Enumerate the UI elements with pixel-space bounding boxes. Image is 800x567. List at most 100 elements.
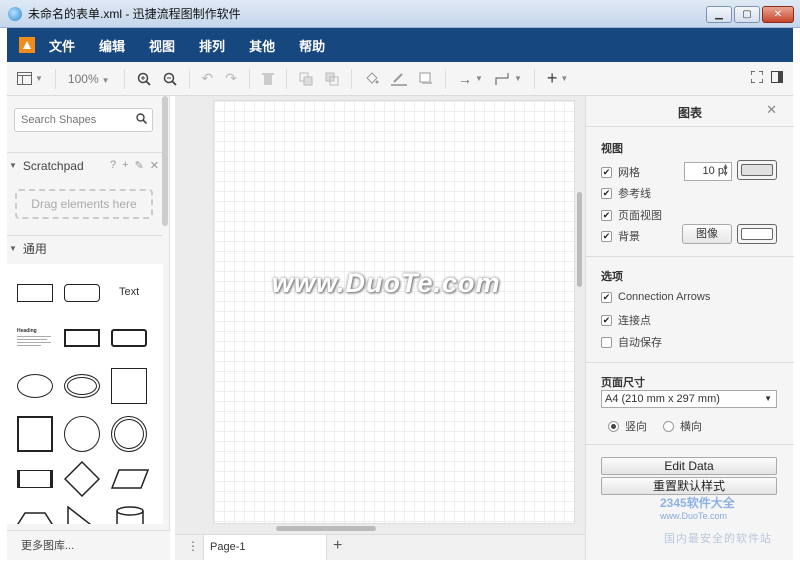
paper-size-value: A4 (210 mm x 297 mm)	[605, 393, 720, 405]
menubar: 文件 编辑 视图 排列 其他 帮助	[7, 28, 793, 62]
background-option[interactable]: ✔ 背景	[601, 228, 640, 244]
toolbar-divider	[533, 68, 535, 89]
to-back-icon[interactable]	[325, 72, 339, 86]
ellipse-shape[interactable]	[17, 374, 53, 398]
page-menu-icon[interactable]: ⋮	[187, 539, 199, 553]
circle-shape[interactable]	[64, 416, 100, 452]
guides-option[interactable]: ✔ 参考线	[601, 185, 651, 201]
zoom-out-icon[interactable]	[163, 72, 177, 86]
connection-arrow-icon[interactable]: → ▼	[458, 71, 483, 87]
page-layout-icon[interactable]: ▼	[17, 72, 43, 85]
close-icon[interactable]: ✕	[150, 159, 159, 172]
close-icon[interactable]: ✕	[766, 102, 777, 118]
add-page-icon[interactable]: +	[333, 537, 342, 555]
general-shapes-header[interactable]: ▼ 通用	[7, 235, 163, 261]
chevron-down-icon: ▼	[513, 74, 522, 83]
zoom-dropdown[interactable]: 100% ▼	[68, 72, 110, 86]
search-icon[interactable]	[136, 113, 148, 127]
connection-arrows-checkbox[interactable]: ✔	[601, 291, 612, 303]
grid-checkbox[interactable]: ✔	[601, 166, 612, 178]
double-circle-shape[interactable]	[111, 416, 147, 452]
maximize-button[interactable]: ▢	[734, 6, 760, 23]
search-input[interactable]	[21, 114, 131, 126]
fullscreen-icon[interactable]	[750, 70, 764, 86]
zoom-in-icon[interactable]	[137, 72, 151, 86]
portrait-label: 竖向	[625, 421, 647, 433]
guides-checkbox[interactable]: ✔	[601, 187, 612, 199]
page-view-option[interactable]: ✔ 页面视图	[601, 207, 662, 223]
paper-size-select[interactable]: A4 (210 mm x 297 mm) ▼	[601, 390, 777, 408]
shadow-icon[interactable]	[419, 72, 433, 85]
insert-plus-icon[interactable]: + ▼	[547, 68, 568, 89]
redo-icon[interactable]: ↷	[225, 70, 237, 87]
reset-default-style-button[interactable]: 重置默认样式	[601, 477, 777, 495]
edit-icon[interactable]: ✎	[135, 159, 144, 172]
toggle-format-panel-icon[interactable]	[771, 71, 783, 86]
chevron-down-icon: ▼	[35, 74, 43, 83]
connection-arrows-label: Connection Arrows	[618, 291, 711, 303]
background-checkbox[interactable]: ✔	[601, 230, 612, 242]
connection-arrows-option[interactable]: ✔ Connection Arrows	[601, 291, 710, 303]
parallelogram-shape[interactable]	[111, 469, 149, 489]
rounded-process-shape[interactable]	[111, 329, 147, 347]
page-view-label: 页面视图	[618, 210, 662, 222]
to-front-icon[interactable]	[299, 72, 313, 86]
horizontal-scrollbar[interactable]	[276, 526, 376, 531]
scratchpad-header[interactable]: ▼ Scratchpad ? + ✎ ✕	[7, 152, 163, 178]
double-ellipse-shape[interactable]	[64, 374, 100, 398]
more-shapes-button[interactable]: 更多图库...	[7, 530, 170, 560]
grid-option[interactable]: ✔ 网格	[601, 164, 640, 180]
add-icon[interactable]: +	[122, 159, 128, 172]
menu-help[interactable]: 帮助	[299, 36, 325, 55]
portrait-radio[interactable]	[608, 420, 619, 432]
line-color-icon[interactable]	[391, 72, 408, 86]
thick-square-shape[interactable]	[17, 416, 53, 452]
minimize-button[interactable]: ▁	[706, 6, 732, 23]
rounded-rectangle-shape[interactable]	[64, 284, 100, 302]
autosave-label: 自动保存	[618, 337, 662, 349]
grid-size-spinner[interactable]: ▲ ▼	[722, 163, 729, 179]
diagram-canvas[interactable]	[175, 96, 585, 534]
subprocess-shape[interactable]	[17, 470, 53, 488]
toolbar-divider	[249, 68, 251, 89]
process-shape[interactable]	[64, 329, 100, 347]
background-color-button[interactable]	[737, 224, 777, 244]
diagram-page[interactable]	[213, 100, 575, 524]
brand-watermark-slogan: 国内最安全的软件站	[664, 533, 772, 545]
search-shapes-box[interactable]	[14, 108, 153, 132]
menu-extras[interactable]: 其他	[249, 36, 275, 55]
square-shape[interactable]	[111, 368, 147, 404]
undo-icon[interactable]: ↶	[202, 70, 214, 87]
rectangle-shape[interactable]	[17, 284, 53, 302]
scratchpad-drop-zone[interactable]: Drag elements here	[15, 189, 153, 219]
brand-watermark: 2345软件大全 www.DuoTe.com	[660, 494, 735, 521]
menu-view[interactable]: 视图	[149, 36, 175, 55]
menu-edit[interactable]: 编辑	[99, 36, 125, 55]
heading-text-shape[interactable]: Heading	[17, 328, 53, 348]
connection-points-checkbox[interactable]: ✔	[601, 314, 612, 326]
vertical-scrollbar[interactable]	[577, 192, 582, 287]
diamond-shape[interactable]	[64, 461, 100, 497]
waypoint-icon[interactable]: ▼	[495, 72, 522, 86]
landscape-radio[interactable]	[663, 420, 674, 432]
triangle-shape[interactable]	[67, 506, 97, 524]
help-icon[interactable]: ?	[110, 159, 116, 172]
format-panel-title: 图表	[677, 106, 702, 120]
tab-page-1[interactable]: Page-1	[203, 535, 327, 560]
hexagon-shape[interactable]	[17, 512, 53, 524]
background-image-button[interactable]: 图像	[682, 224, 732, 244]
page-view-checkbox[interactable]: ✔	[601, 209, 612, 221]
menu-arrange[interactable]: 排列	[199, 36, 225, 55]
edit-data-button[interactable]: Edit Data	[601, 457, 777, 475]
autosave-checkbox[interactable]	[601, 336, 612, 348]
autosave-option[interactable]: 自动保存	[601, 334, 662, 350]
fill-color-icon[interactable]	[364, 71, 379, 86]
close-window-button[interactable]: ✕	[762, 6, 794, 23]
cylinder-shape[interactable]	[115, 506, 145, 524]
delete-icon[interactable]	[262, 72, 275, 86]
grid-color-button[interactable]	[737, 160, 777, 180]
menu-file[interactable]: 文件	[49, 36, 75, 55]
connection-points-option[interactable]: ✔ 连接点	[601, 312, 651, 328]
text-shape[interactable]: Text	[119, 286, 139, 298]
sidebar-scrollbar[interactable]	[162, 96, 168, 226]
